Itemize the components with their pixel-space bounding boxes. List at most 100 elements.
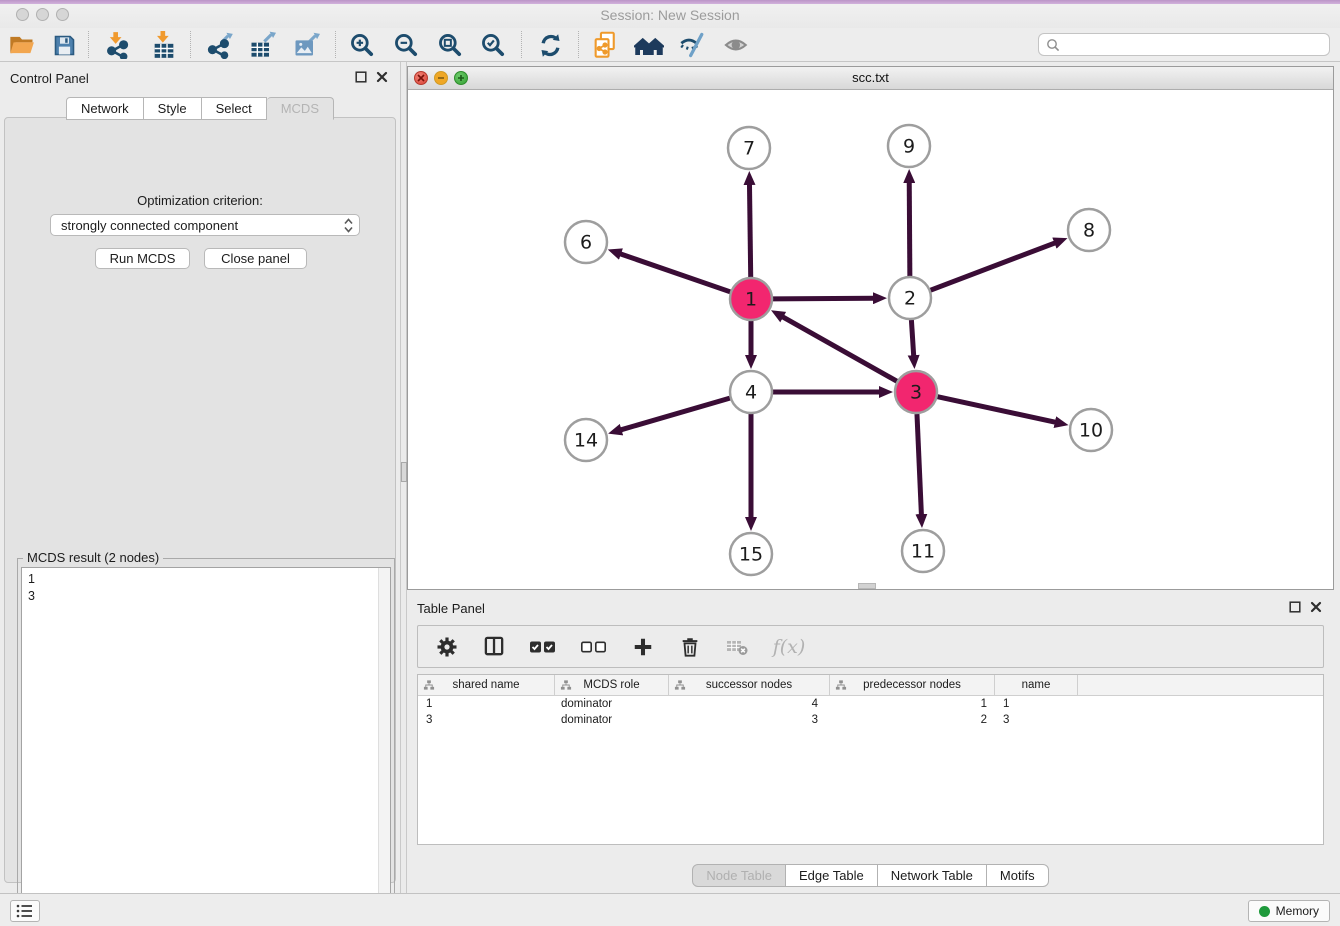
hide-selected-button[interactable] xyxy=(678,30,708,60)
zoom-selected-button[interactable] xyxy=(478,30,508,60)
tab-node-table[interactable]: Node Table xyxy=(692,864,786,887)
search-field[interactable] xyxy=(1038,33,1330,56)
column-header-predecessor-nodes[interactable]: predecessor nodes xyxy=(830,675,995,695)
graph-edge-2-8[interactable] xyxy=(931,243,1056,290)
column-header-name[interactable]: name xyxy=(995,675,1078,695)
export-image-button[interactable] xyxy=(291,30,321,60)
new-network-from-selection-button[interactable] xyxy=(590,30,620,60)
graph-node-14[interactable]: 14 xyxy=(565,419,607,461)
svg-text:15: 15 xyxy=(739,544,763,566)
graph-node-11[interactable]: 11 xyxy=(902,530,944,572)
column-header-label: successor nodes xyxy=(706,679,792,691)
run-mcds-button[interactable]: Run MCDS xyxy=(95,248,190,269)
svg-text:8: 8 xyxy=(1083,220,1095,242)
graph-node-10[interactable]: 10 xyxy=(1070,409,1112,451)
graph-edge-1-6[interactable] xyxy=(620,254,730,292)
graph-edge-2-3[interactable] xyxy=(911,320,913,356)
column-header-shared-name[interactable]: shared name xyxy=(418,675,555,695)
tab-style[interactable]: Style xyxy=(144,97,202,120)
export-image-icon xyxy=(292,31,320,59)
titlebar-accent-strip xyxy=(0,0,1340,4)
column-header-label: predecessor nodes xyxy=(863,679,961,691)
graph-edge-2-9[interactable] xyxy=(909,182,910,276)
tab-select[interactable]: Select xyxy=(202,97,267,120)
tab-network[interactable]: Network xyxy=(66,97,144,120)
deselect-all-button[interactable] xyxy=(579,634,609,660)
table-row[interactable]: 1dominator411 xyxy=(418,696,1323,712)
open-session-button[interactable] xyxy=(7,30,37,60)
table-cell: 1 xyxy=(995,698,1078,710)
table-cell: 3 xyxy=(995,714,1078,726)
column-sort-icon xyxy=(674,679,686,691)
zoom-out-button[interactable] xyxy=(391,30,421,60)
save-session-button[interactable] xyxy=(49,30,79,60)
table-cell: 3 xyxy=(418,714,555,726)
result-scrollbar[interactable] xyxy=(378,568,390,926)
result-line: 3 xyxy=(28,588,384,605)
graph-edge-3-11[interactable] xyxy=(917,414,921,515)
network-resize-nub[interactable] xyxy=(858,583,876,589)
show-column-panel-button[interactable] xyxy=(481,634,507,660)
table-cell: 2 xyxy=(830,714,995,726)
mcds-result-title: MCDS result (2 nodes) xyxy=(23,550,163,565)
float-panel-icon[interactable] xyxy=(355,71,367,83)
graph-node-1[interactable]: 1 xyxy=(730,278,772,320)
svg-text:14: 14 xyxy=(574,430,598,452)
graph-edge-3-10[interactable] xyxy=(937,397,1055,423)
refresh-view-button[interactable] xyxy=(535,30,565,60)
column-header-mcds-role[interactable]: MCDS role xyxy=(555,675,669,695)
close-panel-icon[interactable] xyxy=(1310,601,1322,613)
import-network-button[interactable] xyxy=(103,30,133,60)
tab-mcds[interactable]: MCDS xyxy=(267,97,334,120)
function-builder-button[interactable]: f(x) xyxy=(771,634,807,660)
mcds-result-box[interactable]: 13 xyxy=(21,567,391,926)
memory-button[interactable]: Memory xyxy=(1248,900,1330,922)
dropdown-stepper-icon xyxy=(344,218,353,233)
attribute-options-button[interactable] xyxy=(434,634,460,660)
tab-motifs[interactable]: Motifs xyxy=(987,864,1049,887)
graph-node-4[interactable]: 4 xyxy=(730,371,772,413)
eye-slash-icon xyxy=(679,31,707,59)
export-table-button[interactable] xyxy=(247,30,277,60)
new-network-documents-icon xyxy=(591,31,619,59)
search-input[interactable] xyxy=(1065,36,1322,53)
tab-network-table[interactable]: Network Table xyxy=(878,864,987,887)
add-column-button[interactable] xyxy=(630,634,656,660)
graph-node-8[interactable]: 8 xyxy=(1068,209,1110,251)
close-panel-icon[interactable] xyxy=(376,71,388,83)
graph-node-7[interactable]: 7 xyxy=(728,127,770,169)
show-all-button[interactable] xyxy=(722,30,752,60)
criterion-dropdown[interactable]: strongly connected component xyxy=(50,214,360,236)
float-panel-icon[interactable] xyxy=(1289,601,1301,613)
tab-edge-table[interactable]: Edge Table xyxy=(786,864,878,887)
close-panel-button[interactable]: Close panel xyxy=(204,248,307,269)
table-row[interactable]: 3dominator323 xyxy=(418,712,1323,728)
import-table-button[interactable] xyxy=(149,30,179,60)
delete-column-button[interactable] xyxy=(677,634,703,660)
graph-edge-1-2[interactable] xyxy=(773,298,874,299)
select-all-button[interactable] xyxy=(528,634,558,660)
search-icon xyxy=(1046,38,1060,52)
zoom-in-button[interactable] xyxy=(347,30,377,60)
table-cell: 4 xyxy=(669,698,830,710)
graph-edge-1-7[interactable] xyxy=(749,184,750,277)
panel-splitter[interactable] xyxy=(400,62,407,893)
network-canvas[interactable]: 7 9 6 8 1 2 4 3 14 10 15 11 xyxy=(408,90,1333,590)
delete-table-button[interactable] xyxy=(724,634,750,660)
graph-node-6[interactable]: 6 xyxy=(565,221,607,263)
table-header-row: shared nameMCDS role successor nodes prede… xyxy=(418,675,1323,696)
graph-node-3[interactable]: 3 xyxy=(895,371,937,413)
application-window: Session: New Session xyxy=(0,0,1340,926)
graph-edge-3-1[interactable] xyxy=(782,317,896,382)
graph-node-15[interactable]: 15 xyxy=(730,533,772,575)
graph-edge-4-14[interactable] xyxy=(621,398,730,430)
export-network-button[interactable] xyxy=(205,30,235,60)
graph-node-9[interactable]: 9 xyxy=(888,125,930,167)
zoom-fit-button[interactable] xyxy=(435,30,465,60)
save-icon xyxy=(51,32,78,59)
first-neighbors-button[interactable] xyxy=(634,30,664,60)
column-header-successor-nodes[interactable]: successor nodes xyxy=(669,675,830,695)
task-history-button[interactable] xyxy=(10,900,40,922)
svg-text:2: 2 xyxy=(904,288,916,310)
graph-node-2[interactable]: 2 xyxy=(889,277,931,319)
